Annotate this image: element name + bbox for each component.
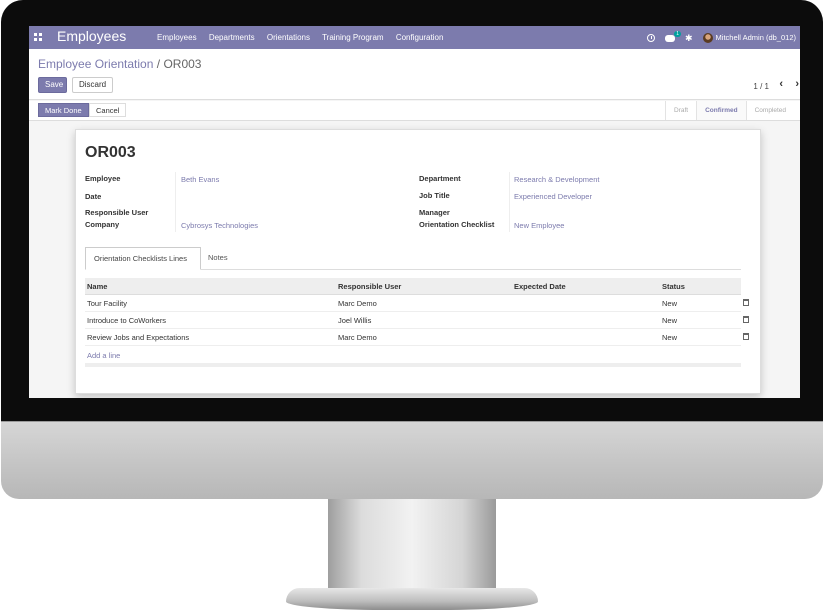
- monitor-base: [286, 588, 538, 610]
- row-status: New: [662, 333, 678, 342]
- discard-button[interactable]: Discard: [72, 77, 114, 93]
- date-label: Date: [85, 192, 102, 201]
- table-row[interactable]: Review Jobs and Expectations Marc Demo N…: [85, 329, 749, 346]
- menu-departments[interactable]: Departments: [209, 33, 255, 42]
- form-sheet: OR003 Employee Beth Evans Date Responsib…: [75, 129, 761, 394]
- table-row[interactable]: Tour Facility Marc Demo New: [85, 295, 749, 312]
- column-responsible-user[interactable]: Responsible User: [338, 282, 401, 291]
- chat-badge: 1: [674, 30, 681, 37]
- pager-next-icon[interactable]: ›: [795, 78, 799, 90]
- pager-value[interactable]: 1 / 1: [753, 82, 769, 91]
- column-status[interactable]: Status: [662, 282, 685, 291]
- row-name: Introduce to CoWorkers: [87, 316, 167, 325]
- table-header: Name Responsible User Expected Date Stat…: [85, 278, 741, 295]
- row-status: New: [662, 299, 678, 308]
- activity-clock-icon[interactable]: [646, 34, 655, 42]
- company-field[interactable]: Cybrosys Technologies: [181, 221, 258, 230]
- orientation-checklist-field[interactable]: New Employee: [514, 221, 564, 230]
- monitor-stand: [328, 499, 496, 595]
- avatar: [702, 33, 713, 43]
- top-navbar: Employees Employees Departments Orientat…: [29, 26, 800, 49]
- checklist-table: Name Responsible User Expected Date Stat…: [85, 278, 749, 367]
- employee-label: Employee: [85, 174, 121, 183]
- department-field[interactable]: Research & Development: [514, 175, 599, 184]
- menu-orientations[interactable]: Orientations: [267, 33, 310, 42]
- breadcrumb-parent[interactable]: Employee Orientation: [38, 57, 153, 71]
- orientation-checklist-label: Orientation Checklist: [419, 220, 495, 229]
- department-label: Department: [419, 174, 461, 183]
- row-responsible-user: Marc Demo: [338, 333, 377, 342]
- add-line-link[interactable]: Add a line: [87, 351, 120, 360]
- apps-menu-icon[interactable]: [34, 33, 43, 42]
- monitor-chin: [1, 421, 823, 499]
- company-label: Company: [85, 220, 120, 229]
- debug-bug-icon[interactable]: ✱: [685, 33, 693, 43]
- tab-notes[interactable]: Notes: [200, 247, 236, 270]
- chat-icon[interactable]: 1: [664, 30, 681, 42]
- tab-orientation-checklists-lines[interactable]: Orientation Checklists Lines: [85, 247, 201, 270]
- delete-row-icon[interactable]: [743, 333, 749, 340]
- row-name: Review Jobs and Expectations: [87, 333, 190, 342]
- stage-confirmed[interactable]: Confirmed: [696, 101, 746, 120]
- responsible-user-label: Responsible User: [85, 208, 149, 217]
- row-responsible-user: Joel Willis: [338, 316, 372, 325]
- stage-draft[interactable]: Draft: [665, 101, 696, 120]
- manager-label: Manager: [419, 208, 450, 217]
- user-menu[interactable]: Mitchell Admin (db_012): [702, 32, 796, 43]
- mark-done-button[interactable]: Mark Done: [38, 103, 89, 117]
- status-bar: Mark Done Cancel Draft Confirmed Complet…: [29, 101, 800, 121]
- menu-employees[interactable]: Employees: [157, 33, 197, 42]
- pager-previous-icon[interactable]: ‹: [779, 78, 783, 90]
- control-panel: Employee Orientation / OR003 Save Discar…: [29, 49, 800, 100]
- row-name: Tour Facility: [87, 299, 128, 308]
- table-row[interactable]: Introduce to CoWorkers Joel Willis New: [85, 312, 749, 329]
- cancel-button[interactable]: Cancel: [89, 103, 127, 117]
- job-title-field[interactable]: Experienced Developer: [514, 192, 592, 201]
- field-divider: [175, 172, 176, 232]
- delete-row-icon[interactable]: [743, 299, 749, 306]
- menu-configuration[interactable]: Configuration: [396, 33, 444, 42]
- employee-field[interactable]: Beth Evans: [181, 175, 219, 184]
- row-status: New: [662, 316, 678, 325]
- stage-completed[interactable]: Completed: [745, 101, 794, 120]
- systray: 1 ✱ Mitchell Admin (db_012): [646, 30, 796, 45]
- table-footer: [85, 363, 741, 367]
- breadcrumb: Employee Orientation / OR003: [38, 57, 201, 71]
- app-title[interactable]: Employees: [57, 28, 126, 44]
- delete-row-icon[interactable]: [743, 316, 749, 323]
- row-responsible-user: Marc Demo: [338, 299, 377, 308]
- breadcrumb-separator: /: [156, 57, 161, 71]
- job-title-label: Job Title: [419, 191, 450, 200]
- column-expected-date[interactable]: Expected Date: [514, 282, 566, 291]
- record-title[interactable]: OR003: [85, 144, 136, 162]
- column-name[interactable]: Name: [87, 282, 107, 291]
- screen: Employees Employees Departments Orientat…: [29, 26, 800, 398]
- save-button[interactable]: Save: [38, 77, 67, 93]
- user-name: Mitchell Admin (db_012): [715, 32, 796, 42]
- stage-pipeline: Draft Confirmed Completed: [665, 101, 794, 120]
- menu-training-program[interactable]: Training Program: [322, 33, 384, 42]
- main-menu: Employees Departments Orientations Train…: [157, 33, 453, 42]
- breadcrumb-current: OR003: [163, 57, 202, 71]
- field-divider: [509, 172, 510, 232]
